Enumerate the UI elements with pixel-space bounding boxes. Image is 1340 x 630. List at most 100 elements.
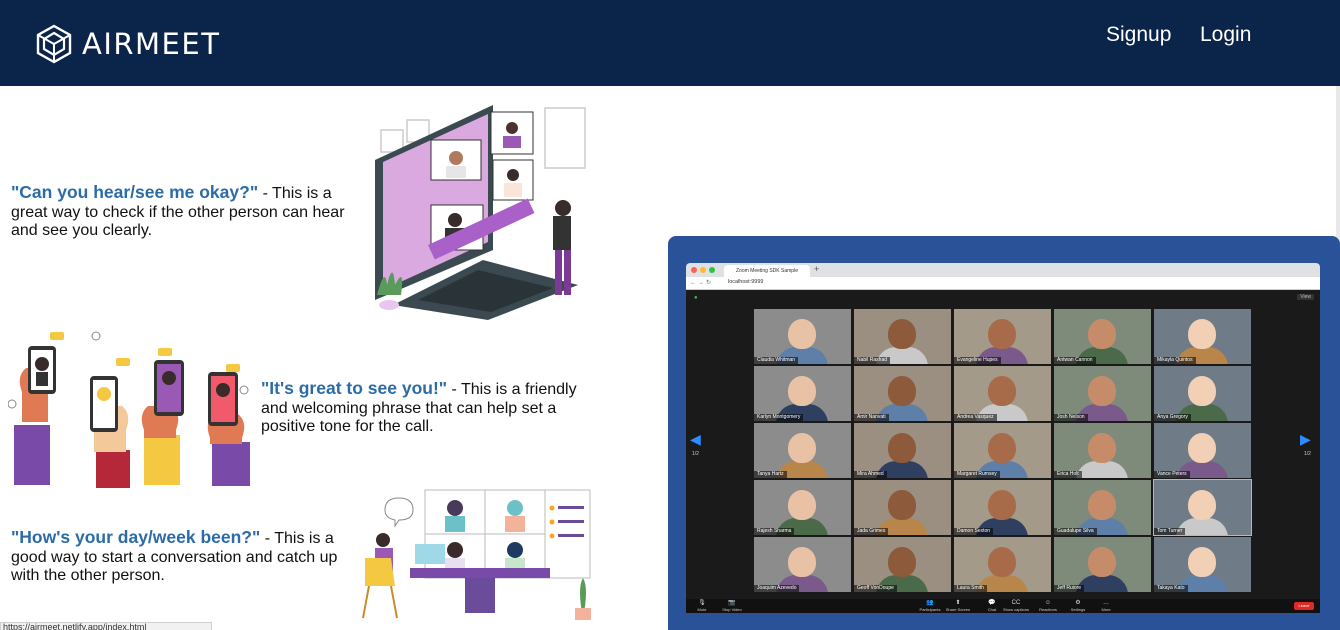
- participant-face: [788, 490, 816, 520]
- participant-face: [1188, 547, 1216, 577]
- tip-hear-see: "Can you hear/see me okay?" - This is a …: [11, 183, 356, 241]
- participant-face: [888, 433, 916, 463]
- participant-tile[interactable]: Amir Nanvati: [854, 366, 951, 421]
- participant-tile[interactable]: Josh Nelson: [1054, 366, 1151, 421]
- stop-video-icon: 📷: [728, 600, 736, 606]
- login-link[interactable]: Login: [1200, 23, 1251, 47]
- toolbar-stop-video[interactable]: 📷 Stop Video: [718, 600, 746, 612]
- participant-face: [1088, 376, 1116, 406]
- participant-face: [1188, 376, 1216, 406]
- participant-tile[interactable]: Tanya Hartz: [754, 423, 851, 478]
- participant-face: [988, 433, 1016, 463]
- tip-quote: "Can you hear/see me okay?": [11, 182, 259, 202]
- tip-great-to-see: "It's great to see you!" - This is a fri…: [261, 379, 601, 437]
- participant-grid: Claudia Whitman Nabil Rashad Evangeline Hu…: [754, 309, 1252, 593]
- new-tab-icon[interactable]: +: [814, 264, 819, 274]
- toolbar-participants[interactable]: 👥 Participants: [916, 600, 944, 612]
- address-bar: ←→↻ localhost:9999: [686, 277, 1320, 290]
- phones-hands-illustration: [8, 331, 250, 488]
- participant-face: [988, 547, 1016, 577]
- show-captions-icon: CC: [1011, 600, 1021, 606]
- maximize-dot-icon[interactable]: [709, 267, 715, 273]
- participant-face: [988, 376, 1016, 406]
- toolbar-label: Stop Video: [722, 607, 742, 612]
- brand-logo[interactable]: AIRMEET: [34, 24, 220, 64]
- participant-tile[interactable]: Rajesh Sharma: [754, 480, 851, 535]
- participant-name: Joaquim Azevedo: [754, 585, 800, 592]
- next-page-icon[interactable]: ▶: [1300, 431, 1311, 448]
- browser-tab[interactable]: Zoom Meeting SDK Sample: [724, 265, 810, 277]
- nav-arrows-icon[interactable]: ←→↻: [690, 279, 713, 286]
- meeting-view: ● View ◀ 1/2 ▶ 1/2 Claudia Whitman Nabil …: [686, 291, 1320, 613]
- participant-tile[interactable]: Mikayla Quintos: [1154, 309, 1251, 364]
- participant-name: Laura Smith: [954, 585, 987, 592]
- participant-tile[interactable]: Antwan Cannon: [1054, 309, 1151, 364]
- participant-tile[interactable]: Anya Gregory: [1154, 366, 1251, 421]
- participant-name: Mira Ahmed: [854, 471, 887, 478]
- tip-quote: "How's your day/week been?": [11, 527, 261, 547]
- participant-tile[interactable]: Margaret Rumsey: [954, 423, 1051, 478]
- participant-face: [888, 547, 916, 577]
- participant-tile[interactable]: Nabil Rashad: [854, 309, 951, 364]
- brand-name: AIRMEET: [82, 27, 221, 61]
- participant-tile[interactable]: Jeff Ruiore: [1054, 537, 1151, 592]
- toolbar-show-captions[interactable]: CC Show captions: [1002, 600, 1030, 612]
- participant-face: [788, 376, 816, 406]
- participant-face: [1188, 319, 1216, 349]
- participant-name: Geoff VonDoupe: [854, 585, 897, 592]
- toolbar-reactions[interactable]: ☺ Reactions: [1034, 600, 1062, 612]
- toolbar-mute[interactable]: 🎙 Mute: [688, 600, 716, 612]
- participant-face: [888, 376, 916, 406]
- minimize-dot-icon[interactable]: [700, 267, 706, 273]
- meeting-toolbar: Leave 🎙 Mute 📷 Stop Video 👥 Participants ⬆ Shar…: [686, 599, 1320, 613]
- participant-tile[interactable]: Vance Peters: [1154, 423, 1251, 478]
- participant-face: [788, 547, 816, 577]
- participant-tile[interactable]: Guadalupe Silva: [1054, 480, 1151, 535]
- leave-button[interactable]: Leave: [1294, 602, 1314, 610]
- participant-name: Margaret Rumsey: [954, 471, 1000, 478]
- participant-name: Tanya Hartz: [754, 471, 787, 478]
- participant-tile[interactable]: Mira Ahmed: [854, 423, 951, 478]
- top-navbar: AIRMEET Signup Login: [0, 0, 1340, 86]
- participant-tile[interactable]: Laura Smith: [954, 537, 1051, 592]
- participant-tile[interactable]: Claudia Whitman: [754, 309, 851, 364]
- address-url[interactable]: localhost:9999: [728, 279, 763, 285]
- airmeet-logo-icon: [36, 24, 72, 64]
- participant-face: [1088, 547, 1116, 577]
- participant-tile[interactable]: Joaquim Azevedo: [754, 537, 851, 592]
- participant-face: [1088, 490, 1116, 520]
- tip-how-day: "How's your day/week been?" - This is a …: [11, 528, 351, 586]
- video-call-illustration: [375, 105, 586, 320]
- participant-tile[interactable]: Erica Holt: [1054, 423, 1151, 478]
- participant-name: Damon Sexton: [954, 528, 994, 535]
- page-indicator-right: 1/2: [1304, 451, 1311, 457]
- participant-tile[interactable]: Evangeline Hupes: [954, 309, 1051, 364]
- participant-tile[interactable]: Takaya Kato: [1154, 537, 1251, 592]
- view-button[interactable]: View: [1297, 294, 1314, 300]
- participant-name: Antwan Cannon: [1054, 357, 1096, 364]
- participant-name: Amir Nanvati: [854, 414, 889, 421]
- mute-icon: 🎙: [698, 600, 706, 606]
- participant-tile[interactable]: Geoff VonDoupe: [854, 537, 951, 592]
- toolbar-more[interactable]: … More: [1092, 600, 1120, 612]
- participant-face: [888, 490, 916, 520]
- participant-tile[interactable]: Andrea Vasquez: [954, 366, 1051, 421]
- participant-tile[interactable]: Karlyn Montgomery: [754, 366, 851, 421]
- toolbar-label: Participants: [919, 607, 941, 612]
- toolbar-settings[interactable]: ⚙ Settings: [1064, 600, 1092, 612]
- participant-name: Anya Gregory: [1154, 414, 1191, 421]
- page-indicator-left: 1/2: [692, 451, 699, 457]
- close-dot-icon[interactable]: [691, 267, 697, 273]
- signup-link[interactable]: Signup: [1106, 23, 1171, 47]
- zoom-browser-window: Zoom Meeting SDK Sample + ←→↻ localhost:…: [686, 263, 1320, 613]
- participant-tile[interactable]: Tom Turner: [1153, 479, 1252, 536]
- prev-page-icon[interactable]: ◀: [690, 431, 701, 448]
- participant-name: Vance Peters: [1154, 471, 1190, 478]
- participant-face: [888, 319, 916, 349]
- participant-tile[interactable]: Damon Sexton: [954, 480, 1051, 535]
- page: AIRMEET Signup Login "Can you hear/see m…: [0, 0, 1340, 630]
- participant-name: Rajesh Sharma: [754, 528, 795, 535]
- participant-tile[interactable]: Jada Grimes: [854, 480, 951, 535]
- security-shield-icon[interactable]: ●: [694, 295, 698, 301]
- toolbar-share-screen[interactable]: ⬆ Share Screen: [944, 600, 972, 612]
